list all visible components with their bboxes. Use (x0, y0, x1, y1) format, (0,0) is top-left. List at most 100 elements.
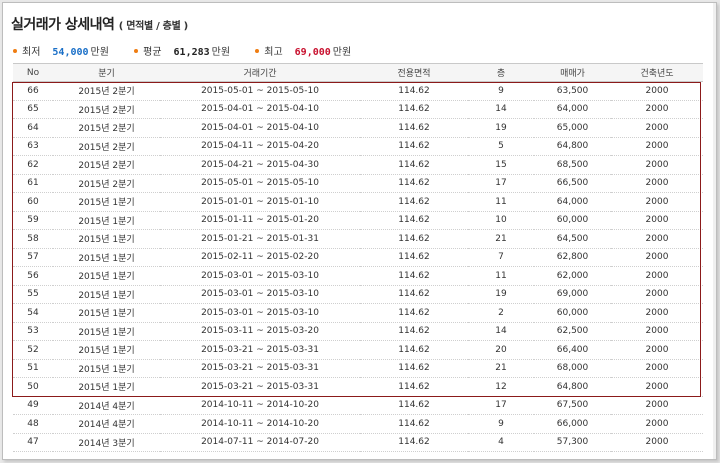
cell-floor: 15 (468, 155, 534, 175)
cell-no: 58 (13, 229, 53, 249)
cell-period: 2014-10-11 ~ 2014-10-20 (160, 396, 360, 415)
table-row: 61 2015년 2분기 2015-05-01 ~ 2015-05-10 114.62… (13, 174, 703, 193)
cell-floor: 11 (468, 192, 534, 212)
cell-built-year: 2000 (611, 285, 703, 304)
cell-quarter: 2015년 1분기 (53, 192, 160, 212)
cell-floor: 9 (468, 414, 534, 434)
table-row: 64 2015년 2분기 2015-04-01 ~ 2015-04-10 114.62… (13, 118, 703, 138)
cell-no: 48 (13, 414, 53, 434)
summary-max-label: 최고 (264, 47, 283, 58)
cell-price: 64,000 (534, 192, 611, 212)
cell-no: 61 (13, 174, 53, 193)
cell-quarter: 2015년 2분기 (53, 174, 160, 193)
cell-no: 52 (13, 340, 53, 360)
cell-area: 114.62 (360, 303, 468, 323)
summary-avg-label: 평균 (143, 47, 162, 58)
cell-floor: 2 (468, 303, 534, 323)
transaction-detail-panel: 실거래가 상세내역 ( 면적별 / 층별 ) 최저 54,000 만원 평균 61,2… (2, 2, 717, 460)
table-row: 47 2014년 3분기 2014-07-11 ~ 2014-07-20 114.62… (13, 433, 703, 452)
cell-period: 2015-03-21 ~ 2015-03-31 (160, 340, 360, 360)
cell-built-year: 2000 (611, 266, 703, 286)
table-row: 52 2015년 1분기 2015-03-21 ~ 2015-03-31 114.62… (13, 340, 703, 360)
cell-period: 2015-04-01 ~ 2015-04-10 (160, 100, 360, 119)
table-row: 62 2015년 2분기 2015-04-21 ~ 2015-04-30 114.62… (13, 155, 703, 175)
table-row: 54 2015년 1분기 2015-03-01 ~ 2015-03-10 114.62… (13, 303, 703, 323)
cell-built-year: 2000 (611, 137, 703, 156)
cell-no: 49 (13, 396, 53, 415)
summary-max: 최고 69,000 만원 (255, 43, 351, 58)
summary-min: 최저 54,000 만원 (13, 43, 109, 58)
cell-area: 114.62 (360, 137, 468, 156)
cell-period: 2015-03-21 ~ 2015-03-31 (160, 359, 360, 378)
cell-price: 67,500 (534, 396, 611, 415)
cell-period: 2015-02-11 ~ 2015-02-20 (160, 248, 360, 267)
cell-built-year: 2000 (611, 192, 703, 212)
cell-quarter: 2015년 1분기 (53, 359, 160, 378)
cell-price: 64,800 (534, 137, 611, 156)
summary-max-value: 69,000 (294, 47, 331, 58)
cell-price: 64,500 (534, 229, 611, 249)
cell-area: 114.62 (360, 211, 468, 230)
cell-period: 2015-05-01 ~ 2015-05-10 (160, 174, 360, 193)
table-row: 63 2015년 2분기 2015-04-11 ~ 2015-04-20 114.62… (13, 137, 703, 156)
cell-built-year: 2000 (611, 155, 703, 175)
bullet-icon (134, 49, 139, 53)
page-title-subtitle: ( 면적별 / 층별 ) (118, 21, 188, 32)
cell-built-year: 2000 (611, 303, 703, 323)
summary-max-unit: 만원 (332, 47, 352, 58)
header-quarter: 분기 (53, 63, 160, 82)
cell-floor: 14 (468, 100, 534, 119)
cell-period: 2015-03-21 ~ 2015-03-31 (160, 377, 360, 397)
cell-no: 56 (13, 266, 53, 286)
cell-period: 2015-01-01 ~ 2015-01-10 (160, 192, 360, 212)
cell-price: 69,000 (534, 285, 611, 304)
cell-no: 54 (13, 303, 53, 323)
cell-built-year: 2000 (611, 100, 703, 119)
cell-area: 114.62 (360, 433, 468, 452)
table-row: 55 2015년 1분기 2015-03-01 ~ 2015-03-10 114.62… (13, 285, 703, 304)
cell-period: 2015-01-21 ~ 2015-01-31 (160, 229, 360, 249)
cell-built-year: 2000 (611, 359, 703, 378)
table-row: 50 2015년 1분기 2015-03-21 ~ 2015-03-31 114.62… (13, 377, 703, 397)
cell-area: 114.62 (360, 322, 468, 341)
table-row: 53 2015년 1분기 2015-03-11 ~ 2015-03-20 114.62… (13, 322, 703, 341)
cell-built-year: 2000 (611, 396, 703, 415)
cell-quarter: 2015년 2분기 (53, 137, 160, 156)
cell-quarter: 2015년 1분기 (53, 266, 160, 286)
table-header-row: No 분기 거래기간 전용면적 층 매매가 건축년도 (13, 63, 703, 82)
header-floor: 층 (468, 63, 534, 82)
cell-period: 2015-03-11 ~ 2015-03-20 (160, 322, 360, 341)
cell-built-year: 2000 (611, 229, 703, 249)
cell-area: 114.62 (360, 340, 468, 360)
cell-quarter: 2015년 1분기 (53, 340, 160, 360)
cell-area: 114.62 (360, 155, 468, 175)
price-summary: 최저 54,000 만원 평균 61,283 만원 최고 69,000 만원 (13, 43, 373, 59)
cell-price: 68,500 (534, 155, 611, 175)
cell-no: 57 (13, 248, 53, 267)
header-area: 전용면적 (360, 63, 468, 82)
cell-period: 2015-01-11 ~ 2015-01-20 (160, 211, 360, 230)
cell-quarter: 2015년 1분기 (53, 377, 160, 397)
cell-area: 114.62 (360, 414, 468, 434)
cell-floor: 7 (468, 248, 534, 267)
table-row: 60 2015년 1분기 2015-01-01 ~ 2015-01-10 114.62… (13, 192, 703, 212)
table-row: 58 2015년 1분기 2015-01-21 ~ 2015-01-31 114.62… (13, 229, 703, 249)
cell-quarter: 2015년 1분기 (53, 285, 160, 304)
cell-price: 60,000 (534, 303, 611, 323)
cell-no: 50 (13, 377, 53, 397)
cell-built-year: 2000 (611, 414, 703, 434)
table-row: 66 2015년 2분기 2015-05-01 ~ 2015-05-10 114.62… (13, 81, 703, 101)
cell-quarter: 2014년 3분기 (53, 433, 160, 452)
summary-avg: 평균 61,283 만원 (134, 43, 230, 58)
cell-no: 60 (13, 192, 53, 212)
cell-floor: 19 (468, 118, 534, 138)
cell-quarter: 2015년 1분기 (53, 229, 160, 249)
cell-no: 55 (13, 285, 53, 304)
scrollbar-track[interactable] (713, 3, 716, 459)
page-title: 실거래가 상세내역 ( 면적별 / 층별 ) (11, 14, 188, 33)
table-row: 59 2015년 1분기 2015-01-11 ~ 2015-01-20 114.62… (13, 211, 703, 230)
summary-min-value: 54,000 (52, 47, 89, 58)
cell-area: 114.62 (360, 248, 468, 267)
cell-period: 2015-03-01 ~ 2015-03-10 (160, 303, 360, 323)
cell-area: 114.62 (360, 81, 468, 101)
